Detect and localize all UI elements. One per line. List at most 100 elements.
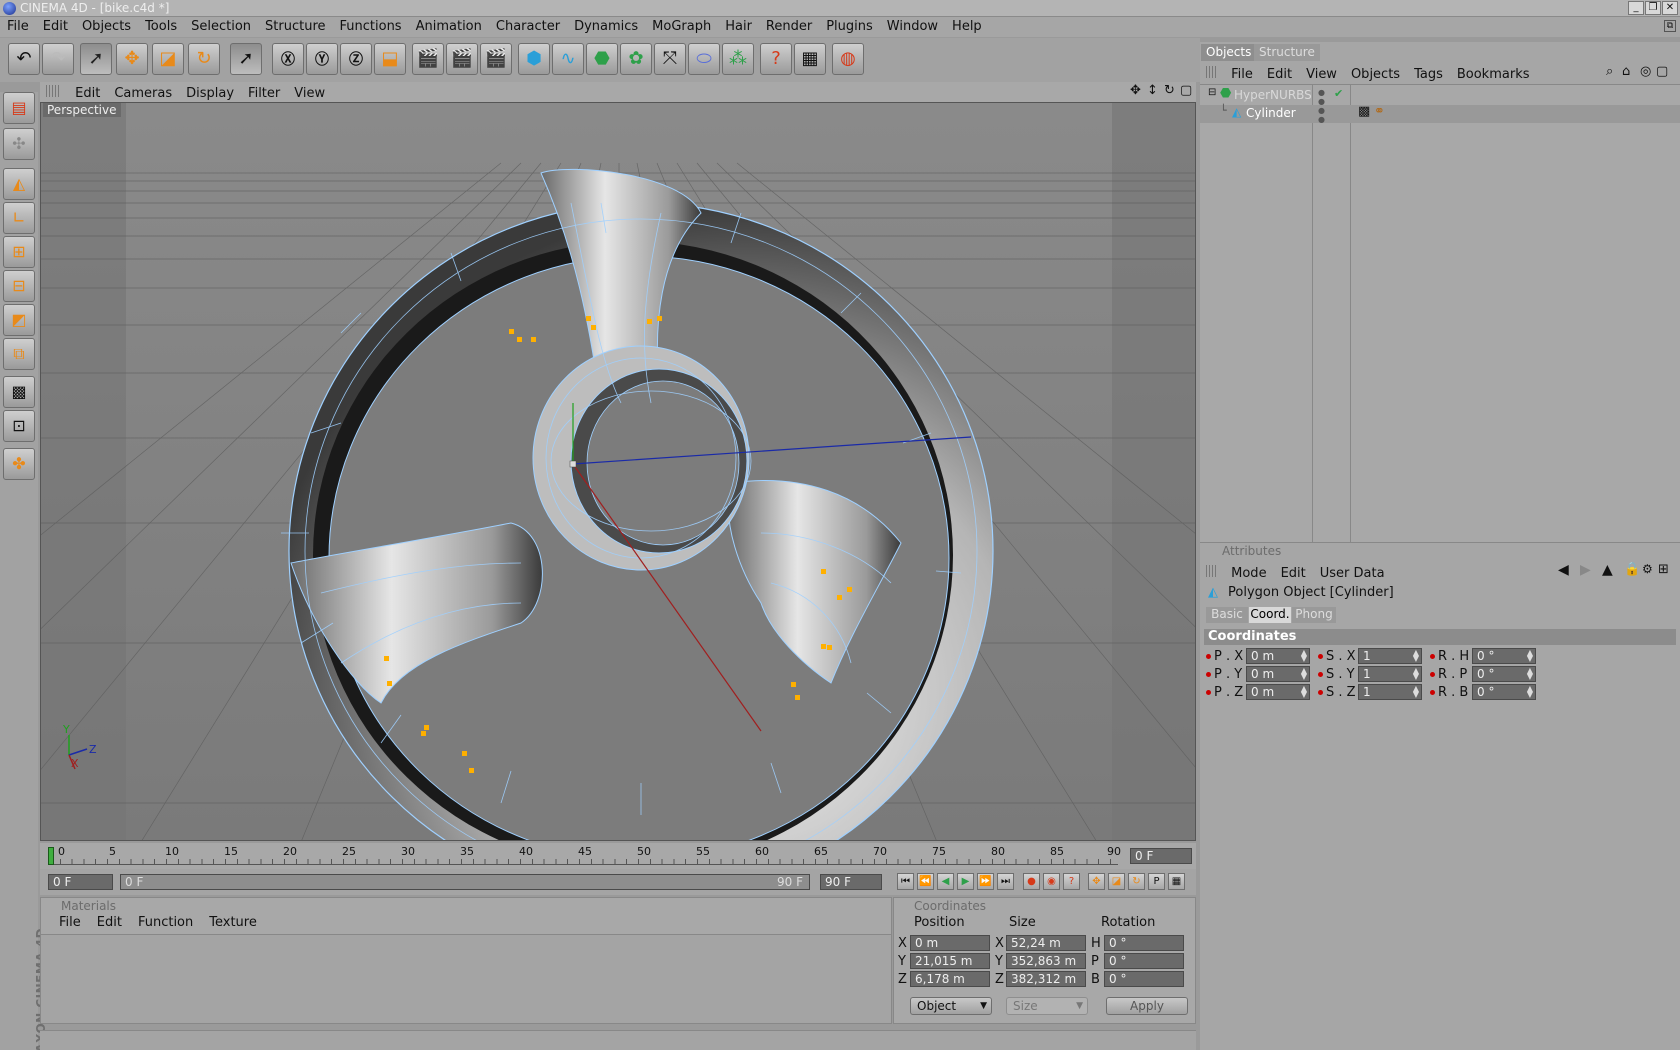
record-button[interactable]: ● — [1023, 873, 1040, 890]
cube-button[interactable]: ⬢ — [518, 43, 550, 75]
redo-button[interactable]: ↷ — [42, 43, 74, 75]
position-y-field[interactable]: 21,015 m — [910, 953, 990, 969]
coordinate-mode-dropdown[interactable]: Object ▼ — [910, 997, 992, 1015]
perspective-viewport[interactable]: Perspective Y Z X — [40, 102, 1196, 841]
key-rotation-button[interactable]: ↻ — [1128, 873, 1145, 890]
objects-menu-file[interactable]: File — [1224, 65, 1260, 84]
menu-character[interactable]: Character — [489, 17, 567, 34]
move-button[interactable]: ✥ — [116, 43, 148, 75]
pan-icon[interactable]: ✥ — [1130, 83, 1141, 98]
current-frame-field[interactable]: 0 F — [1130, 848, 1192, 864]
size-mode-dropdown[interactable]: Size ▼ — [1006, 997, 1088, 1015]
web-button[interactable]: ◍ — [832, 43, 864, 75]
materials-menu-file[interactable]: File — [51, 915, 89, 930]
play-backward-button[interactable]: ◀ — [937, 873, 954, 890]
tab-phong[interactable]: Phong — [1292, 607, 1336, 623]
render-settings-button[interactable]: 🎬 — [480, 43, 512, 75]
spline-button[interactable]: ∿ — [552, 43, 584, 75]
eye-icon[interactable]: ◎ — [1640, 64, 1651, 79]
objects-menu-edit[interactable]: Edit — [1260, 65, 1299, 84]
edges-mode-button[interactable]: ⊟ — [3, 270, 35, 302]
restore-button[interactable]: ❐ — [1645, 1, 1661, 15]
spinner-icon[interactable]: ▲ ▼ — [1527, 649, 1533, 663]
menu-selection[interactable]: Selection — [184, 17, 258, 34]
close-button[interactable]: ✕ — [1662, 1, 1678, 15]
attributes-menu-edit[interactable]: Edit — [1274, 564, 1313, 583]
menu-plugins[interactable]: Plugins — [819, 17, 880, 34]
attr-scale-z-field[interactable]: 1 ▲ ▼ — [1358, 684, 1422, 700]
model-mode-button[interactable]: ◭ — [3, 168, 35, 200]
rotate-button[interactable]: ↻ — [188, 43, 220, 75]
layout-toggle-icon[interactable]: ⧉ — [1664, 20, 1676, 32]
rotation-b-field[interactable]: 0 ° — [1104, 971, 1184, 987]
objects-menu-objects[interactable]: Objects — [1344, 65, 1407, 84]
position-z-field[interactable]: 6,178 m — [910, 971, 990, 987]
phong-tag-icon[interactable]: ⚭ — [1374, 104, 1385, 119]
menu-window[interactable]: Window — [880, 17, 945, 34]
materials-list[interactable] — [41, 934, 891, 1023]
array-button[interactable]: ✿ — [620, 43, 652, 75]
materials-menu-texture[interactable]: Texture — [201, 915, 265, 930]
tab-basic[interactable]: Basic — [1206, 607, 1248, 623]
settings-icon[interactable]: ⚙ — [1642, 562, 1653, 576]
attr-rotation-p-field[interactable]: 0 ° ▲ ▼ — [1472, 666, 1536, 682]
materials-menu-edit[interactable]: Edit — [89, 915, 130, 930]
key-dot-icon[interactable] — [1318, 690, 1323, 695]
undo-button[interactable]: ↶ — [8, 43, 40, 75]
tree-item-hypernurbs[interactable]: ⊟ ⬣ HyperNURBS ● ● ✔ — [1200, 86, 1680, 106]
end-frame-field[interactable]: 90 F — [820, 874, 882, 890]
key-dot-icon[interactable] — [1430, 672, 1435, 677]
texture-tag-icon[interactable]: ▩ — [1358, 104, 1370, 119]
collapse-icon[interactable]: ⊟ — [1208, 87, 1216, 98]
key-dot-icon[interactable] — [1318, 672, 1323, 677]
back-arrow-icon[interactable]: ◀ — [1558, 562, 1569, 578]
x-axis-lock-button[interactable]: Ⓧ — [272, 43, 304, 75]
size-x-field[interactable]: 52,24 m — [1006, 935, 1086, 951]
maximize-view-icon[interactable]: ▢ — [1180, 83, 1192, 98]
viewport-layout-button[interactable]: ▤ — [3, 92, 35, 124]
render-picture-viewer-button[interactable]: 🎬 — [446, 43, 478, 75]
attr-rotation-h-field[interactable]: 0 ° ▲ ▼ — [1472, 648, 1536, 664]
lock-icon[interactable]: 🔒 — [1624, 562, 1640, 577]
spinner-icon[interactable]: ▲ ▼ — [1527, 685, 1533, 699]
live-selection-button[interactable]: ➚ — [80, 43, 112, 75]
tab-structure[interactable]: Structure — [1254, 44, 1320, 61]
start-frame-field[interactable]: 0 F — [48, 874, 113, 890]
rotation-h-field[interactable]: 0 ° — [1104, 935, 1184, 951]
attr-scale-x-field[interactable]: 1 ▲ ▼ — [1358, 648, 1422, 664]
key-scale-button[interactable]: ◪ — [1108, 873, 1125, 890]
menu-functions[interactable]: Functions — [333, 17, 409, 34]
attr-scale-y-field[interactable]: 1 ▲ ▼ — [1358, 666, 1422, 682]
select-model-button[interactable]: ➚ — [230, 43, 262, 75]
content-browser-button[interactable]: ▦ — [794, 43, 826, 75]
viewport-menu-edit[interactable]: Edit — [68, 85, 107, 102]
edit-mode-button[interactable]: ✣ — [3, 128, 35, 160]
viewport-menu-display[interactable]: Display — [179, 85, 241, 102]
help-button[interactable]: ? — [760, 43, 792, 75]
key-dot-icon[interactable] — [1206, 690, 1211, 695]
key-dot-icon[interactable] — [1206, 654, 1211, 659]
orbit-icon[interactable]: ↻ — [1164, 83, 1175, 98]
playhead[interactable] — [48, 847, 54, 865]
key-dot-icon[interactable] — [1318, 654, 1323, 659]
autokey-button[interactable]: ◉ — [1043, 873, 1060, 890]
rotation-p-field[interactable]: 0 ° — [1104, 953, 1184, 969]
up-arrow-icon[interactable]: ▲ — [1602, 562, 1613, 578]
menu-render[interactable]: Render — [759, 17, 819, 34]
texture-mode-button[interactable]: ⧉ — [3, 338, 35, 370]
menu-structure[interactable]: Structure — [258, 17, 332, 34]
z-axis-lock-button[interactable]: Ⓩ — [340, 43, 372, 75]
render-view-button[interactable]: 🎬 — [412, 43, 444, 75]
menu-dynamics[interactable]: Dynamics — [567, 17, 645, 34]
key-dot-icon[interactable] — [1206, 672, 1211, 677]
tab-objects[interactable]: Objects — [1201, 44, 1257, 61]
forward-arrow-icon[interactable]: ▶ — [1580, 562, 1591, 578]
checkmark-icon[interactable]: ✔ — [1334, 87, 1343, 100]
new-panel-icon[interactable]: ⊞ — [1658, 562, 1669, 577]
goto-start-button[interactable]: ⏮ — [897, 873, 914, 890]
object-axis-button[interactable]: ∟ — [3, 202, 35, 234]
spinner-icon[interactable]: ▲ ▼ — [1413, 667, 1419, 681]
goto-end-button[interactable]: ⏭ — [997, 873, 1014, 890]
key-parameter-button[interactable]: P — [1148, 873, 1165, 890]
scene-button[interactable]: ⬭ — [688, 43, 720, 75]
